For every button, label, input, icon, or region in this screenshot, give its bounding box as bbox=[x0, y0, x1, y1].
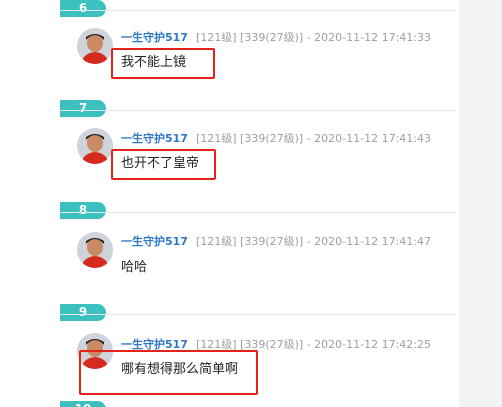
comment-meta-details: [121级] [339(27级)] - 2020-11-12 17:41:43 bbox=[195, 132, 431, 145]
username-link[interactable]: 一生守护517 bbox=[121, 31, 188, 44]
comment-number-badge: 9 bbox=[60, 304, 106, 321]
comment-number-badge: 7 bbox=[60, 100, 106, 117]
comment-number-badge: 6 bbox=[60, 0, 106, 17]
comment-meta-details: [121级] [339(27级)] - 2020-11-12 17:41:33 bbox=[195, 31, 431, 44]
comment-meta: 一生守护517 [121级] [339(27级)] - 2020-11-12 17… bbox=[121, 30, 431, 46]
user-avatar[interactable] bbox=[77, 128, 113, 164]
comment-text: 也开不了皇帝 bbox=[121, 156, 200, 171]
comment-text: 我不能上镜 bbox=[121, 55, 187, 70]
user-avatar[interactable] bbox=[77, 333, 113, 369]
comment-meta-details: [121级] [339(27级)] - 2020-11-12 17:42:25 bbox=[195, 338, 431, 351]
comment-divider bbox=[60, 212, 456, 213]
avatar-image bbox=[77, 128, 113, 164]
comment-meta-details: [121级] [339(27级)] - 2020-11-12 17:41:47 bbox=[195, 235, 431, 248]
avatar-image bbox=[77, 28, 113, 64]
right-margin bbox=[459, 0, 502, 407]
username-link[interactable]: 一生守护517 bbox=[121, 338, 188, 351]
comment-number-badge: 8 bbox=[60, 202, 106, 219]
comment-divider bbox=[60, 314, 456, 315]
comment-text: 哪有想得那么简单啊 bbox=[121, 362, 239, 377]
comment-divider bbox=[60, 110, 456, 111]
user-avatar[interactable] bbox=[77, 232, 113, 268]
avatar-image bbox=[77, 333, 113, 369]
username-link[interactable]: 一生守护517 bbox=[121, 235, 188, 248]
comment-meta: 一生守护517 [121级] [339(27级)] - 2020-11-12 17… bbox=[121, 234, 431, 250]
comment-meta: 一生守护517 [121级] [339(27级)] - 2020-11-12 17… bbox=[121, 131, 431, 147]
comment-number-badge: 10 bbox=[60, 401, 106, 407]
comment-divider bbox=[60, 10, 456, 11]
username-link[interactable]: 一生守护517 bbox=[121, 132, 188, 145]
comment-thread: 6 一生守护517 [121级] [339(27级)] - 2020-11-12 … bbox=[0, 0, 502, 407]
comment-meta: 一生守护517 [121级] [339(27级)] - 2020-11-12 17… bbox=[121, 337, 431, 353]
comment-text: 哈哈 bbox=[121, 260, 148, 275]
user-avatar[interactable] bbox=[77, 28, 113, 64]
avatar-image bbox=[77, 232, 113, 268]
